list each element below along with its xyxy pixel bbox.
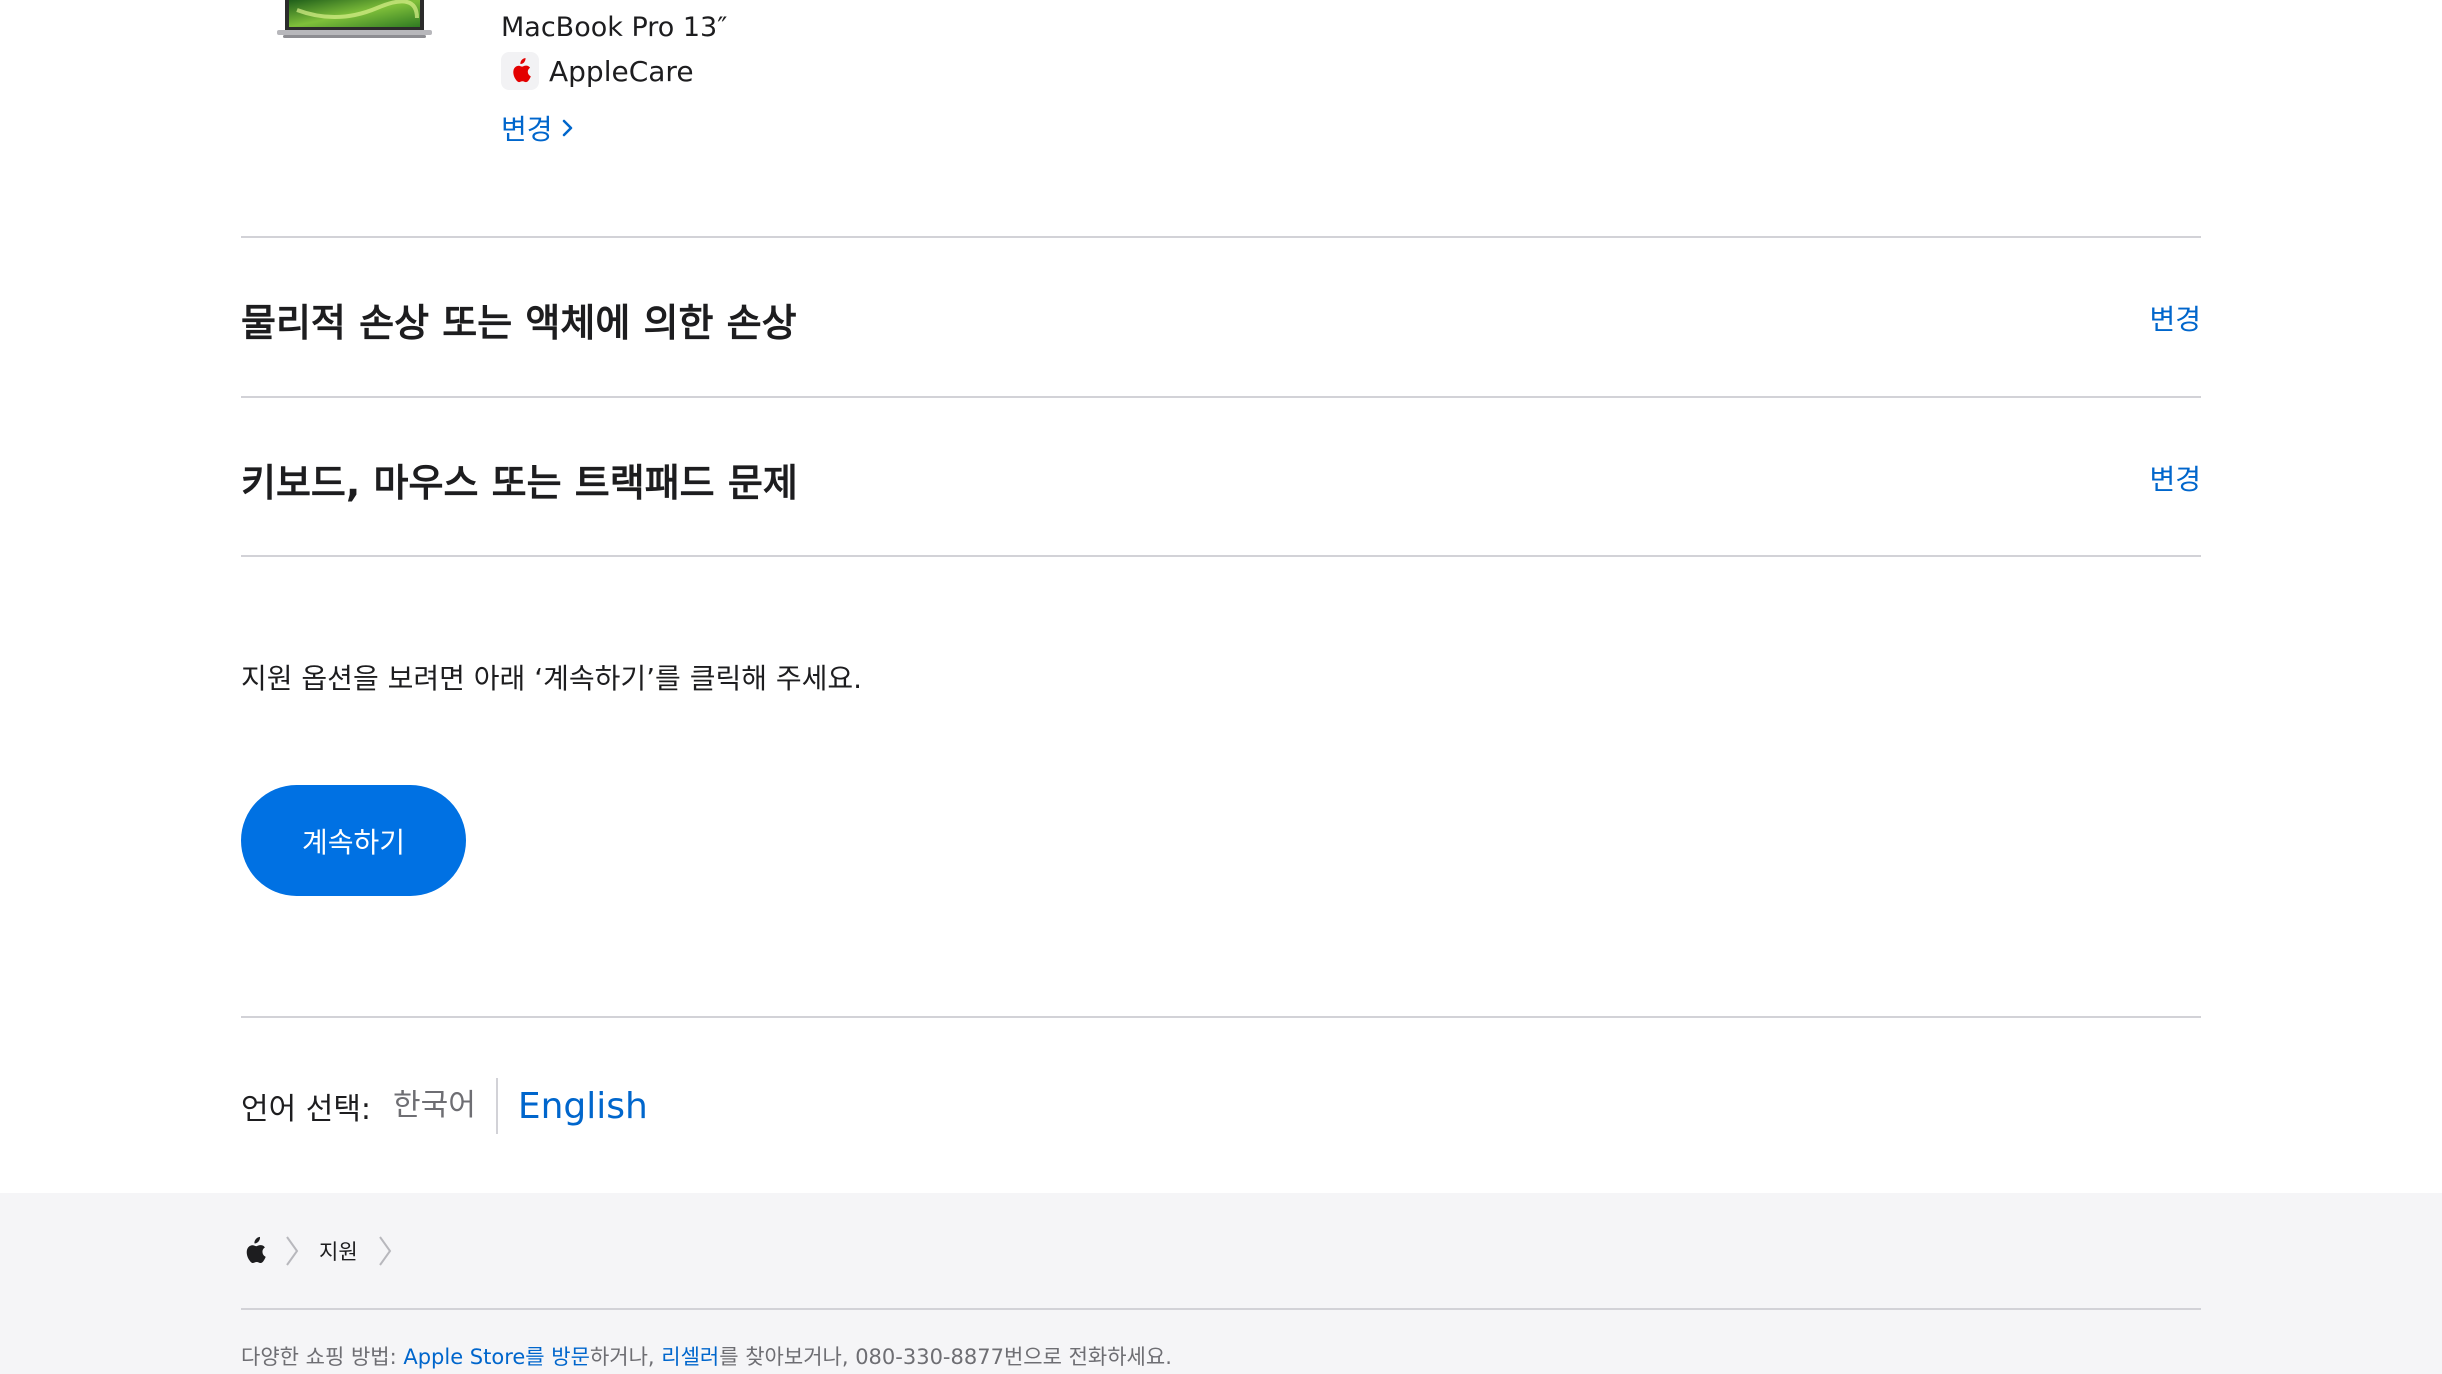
apple-logo-icon[interactable] xyxy=(241,1236,267,1266)
page: MacBook Pro 13″ AppleCare 변경 물리적 손상 또는 액… xyxy=(0,0,2442,1374)
footer: 지원 다양한 쇼핑 방법: Apple Store를 방문하거나, 리셀러를 찾… xyxy=(0,1193,2442,1374)
breadcrumb-support[interactable]: 지원 xyxy=(319,1236,358,1266)
change-issue-physical-damage[interactable]: 변경 xyxy=(2149,298,2201,338)
breadcrumb-chevron-icon xyxy=(286,1236,299,1266)
divider xyxy=(241,555,2201,557)
macbook-thumbnail-image xyxy=(277,0,432,38)
language-current: 한국어 xyxy=(393,1078,498,1134)
footer-shopping-note: 다양한 쇼핑 방법: Apple Store를 방문하거나, 리셀러를 찾아보거… xyxy=(241,1341,1172,1371)
divider xyxy=(241,396,2201,398)
applecare-label: AppleCare xyxy=(549,54,694,88)
change-issue-keyboard[interactable]: 변경 xyxy=(2149,458,2201,498)
applecare-coverage: AppleCare xyxy=(501,52,694,90)
language-english-link[interactable]: English xyxy=(518,1086,648,1127)
apple-logo-red-icon xyxy=(501,52,539,90)
chevron-right-icon xyxy=(562,119,572,137)
breadcrumb-chevron-icon xyxy=(378,1236,391,1266)
issue-title-keyboard: 키보드, 마우스 또는 트랙패드 문제 xyxy=(241,461,798,505)
footer-note-mid1: 하거나, xyxy=(589,1345,662,1369)
apple-store-link[interactable]: Apple Store를 방문 xyxy=(403,1345,590,1369)
change-product-label: 변경 xyxy=(501,113,553,146)
language-label: 언어 선택: xyxy=(241,1092,372,1127)
breadcrumb: 지원 xyxy=(241,1228,400,1274)
phone-number: 080-330-8877 xyxy=(855,1345,1004,1369)
footer-divider xyxy=(241,1308,2201,1310)
product-name: MacBook Pro 13″ xyxy=(501,12,728,43)
continue-button[interactable]: 계속하기 xyxy=(241,785,466,896)
language-selector: 언어 선택: 한국어 English xyxy=(241,1078,648,1134)
change-product-link[interactable]: 변경 xyxy=(501,108,575,148)
divider xyxy=(241,1016,2201,1018)
footer-note-suffix: 번으로 전화하세요. xyxy=(1003,1345,1172,1369)
reseller-link[interactable]: 리셀러 xyxy=(661,1345,719,1369)
instruction-text: 지원 옵션을 보려면 아래 ‘계속하기’를 클릭해 주세요. xyxy=(241,662,863,695)
issue-title-physical-damage: 물리적 손상 또는 액체에 의한 손상 xyxy=(241,301,797,345)
divider xyxy=(241,236,2201,238)
footer-note-mid2: 를 찾아보거나, xyxy=(719,1345,856,1369)
footer-note-prefix: 다양한 쇼핑 방법: xyxy=(241,1345,404,1369)
